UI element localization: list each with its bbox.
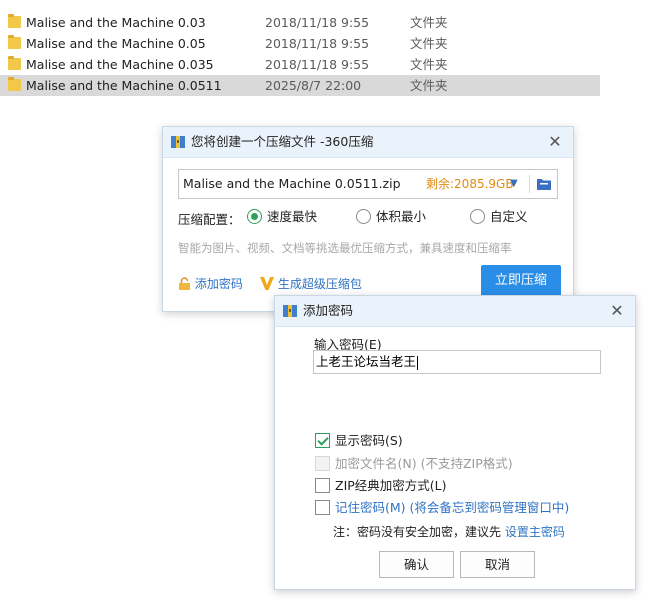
file-type: 文件夹 [410, 78, 448, 93]
dialog-title: 添加密码 [303, 303, 354, 318]
security-note: 注：密码没有安全加密，建议先 设置主密码 [333, 523, 565, 540]
file-name: Malise and the Machine 0.03 [26, 15, 206, 30]
password-input[interactable]: 上老王论坛当老王 [313, 350, 601, 374]
checkbox-box [315, 478, 330, 493]
field-divider [529, 175, 530, 193]
checkbox-label: ZIP经典加密方式(L) [335, 478, 447, 493]
super-zip-link[interactable]: 生成超级压缩包 [260, 275, 362, 292]
archive-app-icon [283, 305, 297, 317]
close-icon[interactable]: ✕ [609, 303, 625, 319]
file-row[interactable]: Malise and the Machine 0.035 2018/11/18 … [0, 54, 600, 75]
radio-dot [247, 209, 262, 224]
password-value: 上老王论坛当老王 [316, 354, 417, 369]
file-list: Malise and the Machine 0.03 2018/11/18 9… [0, 12, 600, 96]
folder-browse-icon[interactable] [537, 178, 551, 190]
radio-dot [470, 209, 485, 224]
zip-filename-field[interactable]: Malise and the Machine 0.0511.zip 剩余:208… [178, 169, 558, 199]
file-type: 文件夹 [410, 36, 448, 51]
radio-dot [356, 209, 371, 224]
password-dialog-titlebar[interactable]: 添加密码 ✕ [275, 296, 635, 327]
checkbox-box [315, 433, 330, 448]
archive-app-icon [171, 136, 185, 148]
text-caret [417, 355, 419, 370]
radio-label: 速度最快 [267, 209, 318, 224]
file-date: 2018/11/18 9:55 [265, 15, 370, 30]
file-name: Malise and the Machine 0.05 [26, 36, 206, 51]
checkbox-label: 记住密码(M) (将会备忘到密码管理窗口中) [335, 500, 570, 515]
radio-label: 体积最小 [376, 209, 427, 224]
compress-dialog-titlebar[interactable]: 您将创建一个压缩文件 -360压缩 ✕ [163, 127, 573, 158]
file-date: 2018/11/18 9:55 [265, 57, 370, 72]
free-space-label: 剩余:2085.9GB [426, 177, 514, 191]
set-master-password-link[interactable]: 设置主密码 [505, 525, 565, 539]
file-name: Malise and the Machine 0.0511 [26, 78, 222, 93]
compress-now-button[interactable]: 立即压缩 [481, 265, 561, 297]
config-label: 压缩配置： [178, 212, 241, 227]
folder-icon [8, 14, 21, 28]
lock-icon [179, 277, 190, 290]
radio-label: 自定义 [490, 209, 528, 224]
add-password-link[interactable]: 添加密码 [178, 275, 243, 292]
file-date: 2025/8/7 22:00 [265, 78, 362, 93]
checkbox-label: 显示密码(S) [335, 433, 403, 448]
note-text: 注：密码没有安全加密，建议先 [333, 525, 502, 539]
super-zip-text: 生成超级压缩包 [277, 277, 362, 291]
checkbox-box [315, 456, 330, 471]
file-type: 文件夹 [410, 15, 448, 30]
file-name: Malise and the Machine 0.035 [26, 57, 214, 72]
compress-dialog: 您将创建一个压缩文件 -360压缩 ✕ Malise and the Machi… [162, 126, 574, 312]
dialog-title: 您将创建一个压缩文件 -360压缩 [191, 134, 374, 149]
cancel-button[interactable]: 取消 [460, 551, 535, 578]
v-badge-icon [260, 277, 274, 290]
file-date: 2018/11/18 9:55 [265, 36, 370, 51]
chevron-down-icon[interactable]: ▼ [510, 170, 518, 198]
folder-icon [8, 77, 21, 91]
folder-icon [8, 35, 21, 49]
password-dialog: 添加密码 ✕ 输入密码(E) 上老王论坛当老王 显示密码(S) 加密文件名(N)… [274, 295, 636, 590]
file-row[interactable]: Malise and the Machine 0.05 2018/11/18 9… [0, 33, 600, 54]
file-type: 文件夹 [410, 57, 448, 72]
file-row-selected[interactable]: Malise and the Machine 0.0511 2025/8/7 2… [0, 75, 600, 96]
file-row[interactable]: Malise and the Machine 0.03 2018/11/18 9… [0, 12, 600, 33]
close-icon[interactable]: ✕ [547, 134, 563, 150]
confirm-button[interactable]: 确认 [379, 551, 454, 578]
zip-filename: Malise and the Machine 0.0511.zip [183, 176, 401, 191]
add-password-text: 添加密码 [194, 277, 243, 291]
checkbox-label: 加密文件名(N) (不支持ZIP格式) [335, 456, 513, 471]
folder-icon [8, 56, 21, 70]
compress-hint: 智能为图片、视频、文档等挑选最优压缩方式，兼具速度和压缩率 [178, 241, 512, 255]
checkbox-box [315, 500, 330, 515]
